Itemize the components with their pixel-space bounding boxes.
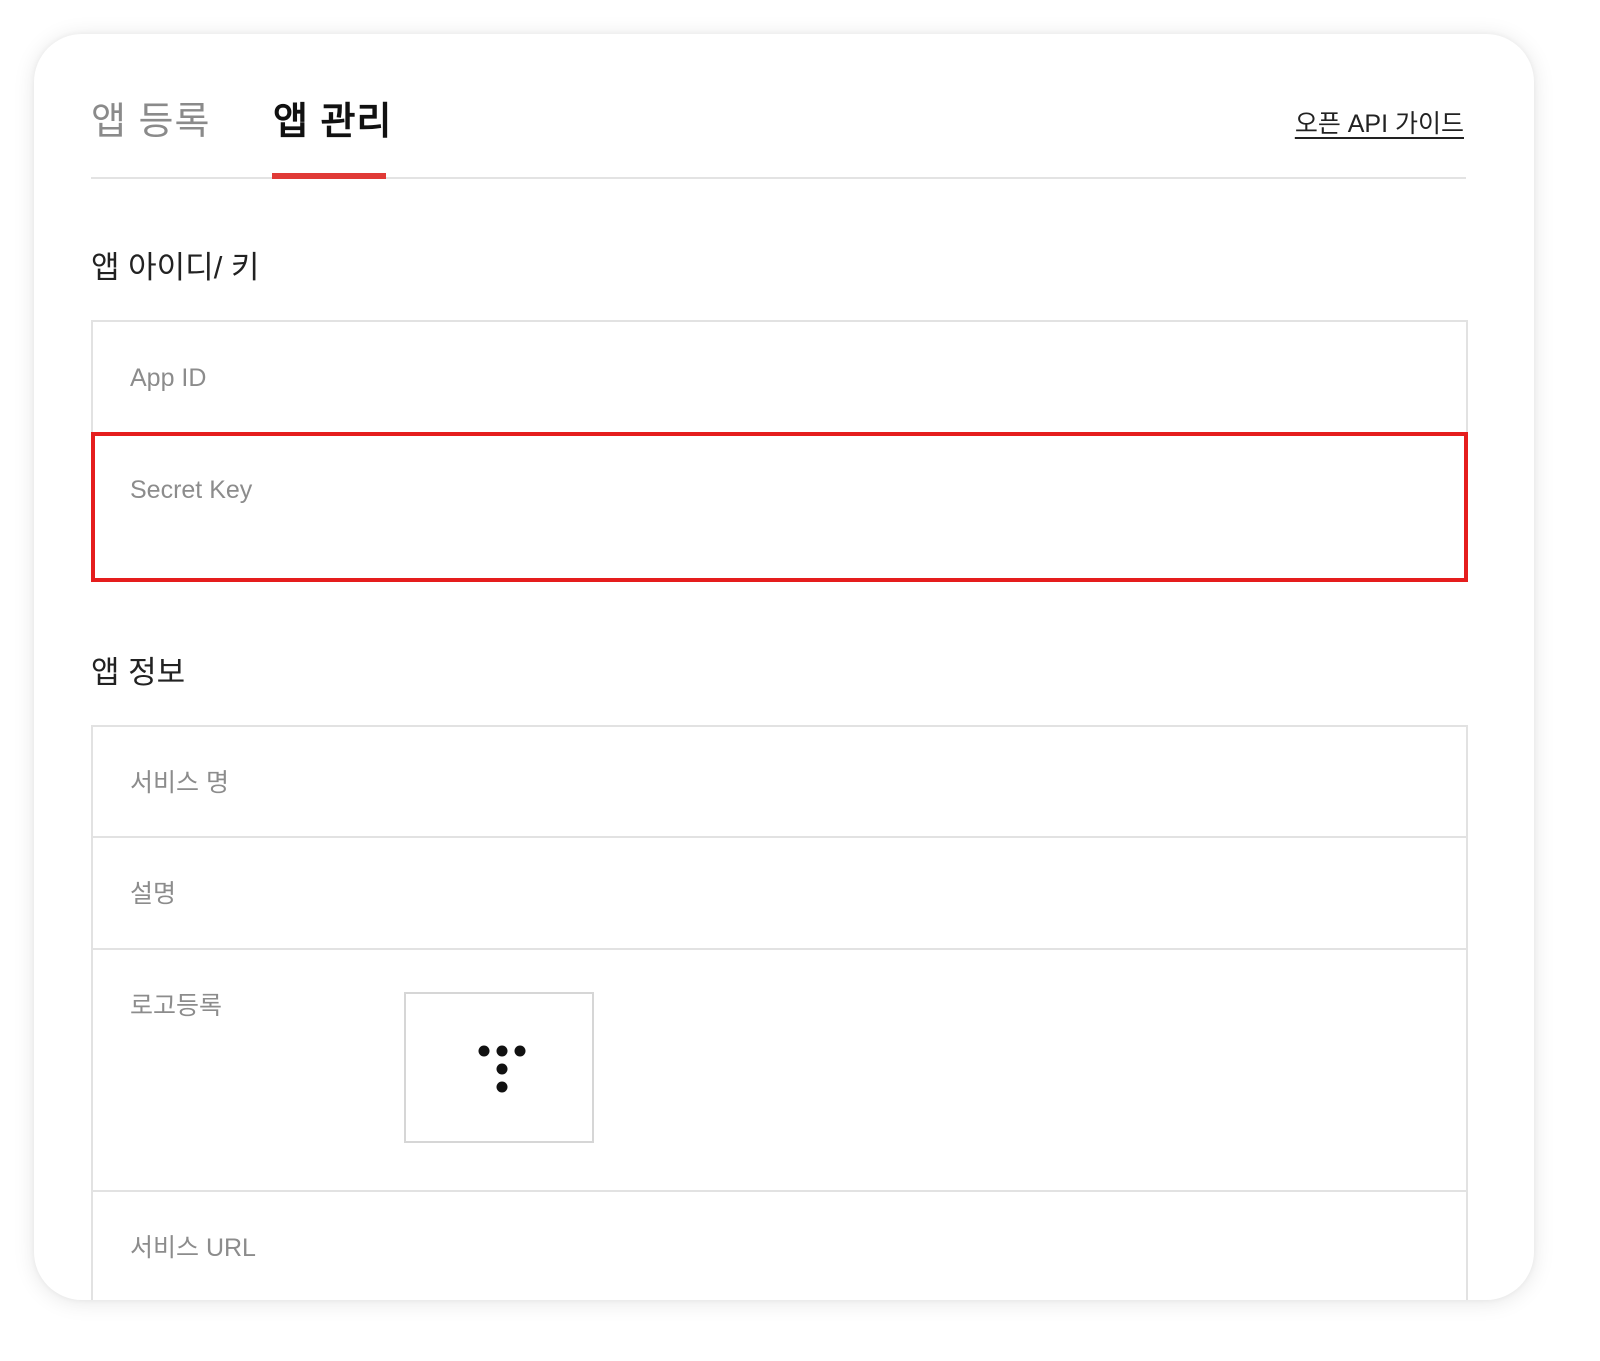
app-id-row: App ID (93, 322, 1466, 434)
app-id-label: App ID (130, 364, 207, 392)
app-id-key-section-title: 앱 아이디/ 키 (91, 250, 260, 285)
secret-key-row: Secret Key (93, 434, 1466, 580)
tab-bar: 앱 등록 앱 관리 오픈 API 가이드 (91, 34, 1466, 179)
app-management-card: 앱 등록 앱 관리 오픈 API 가이드 앱 아이디/ 키 App ID Sec… (34, 34, 1534, 1300)
active-tab-indicator (272, 173, 386, 179)
logo-label: 로고등록 (130, 992, 223, 1020)
service-url-row: 서비스 URL (93, 1192, 1466, 1300)
description-row: 설명 (93, 838, 1466, 950)
open-api-guide-link[interactable]: 오픈 API 가이드 (1295, 108, 1464, 140)
logo-upload-box[interactable] (404, 992, 594, 1143)
service-name-row: 서비스 명 (93, 727, 1466, 838)
app-info-section-title: 앱 정보 (91, 655, 186, 690)
t-dots-logo-icon (478, 1045, 526, 1093)
service-url-label: 서비스 URL (130, 1234, 256, 1262)
app-info-panel: 서비스 명 설명 로고등록 서비스 URL (91, 725, 1468, 1300)
tab-app-register[interactable]: 앱 등록 (91, 98, 210, 146)
tab-app-manage[interactable]: 앱 관리 (273, 98, 392, 146)
logo-row: 로고등록 (93, 950, 1466, 1192)
service-name-label: 서비스 명 (130, 769, 229, 797)
secret-key-label: Secret Key (130, 476, 253, 504)
app-id-key-panel: App ID Secret Key (91, 320, 1468, 582)
description-label: 설명 (130, 880, 177, 908)
